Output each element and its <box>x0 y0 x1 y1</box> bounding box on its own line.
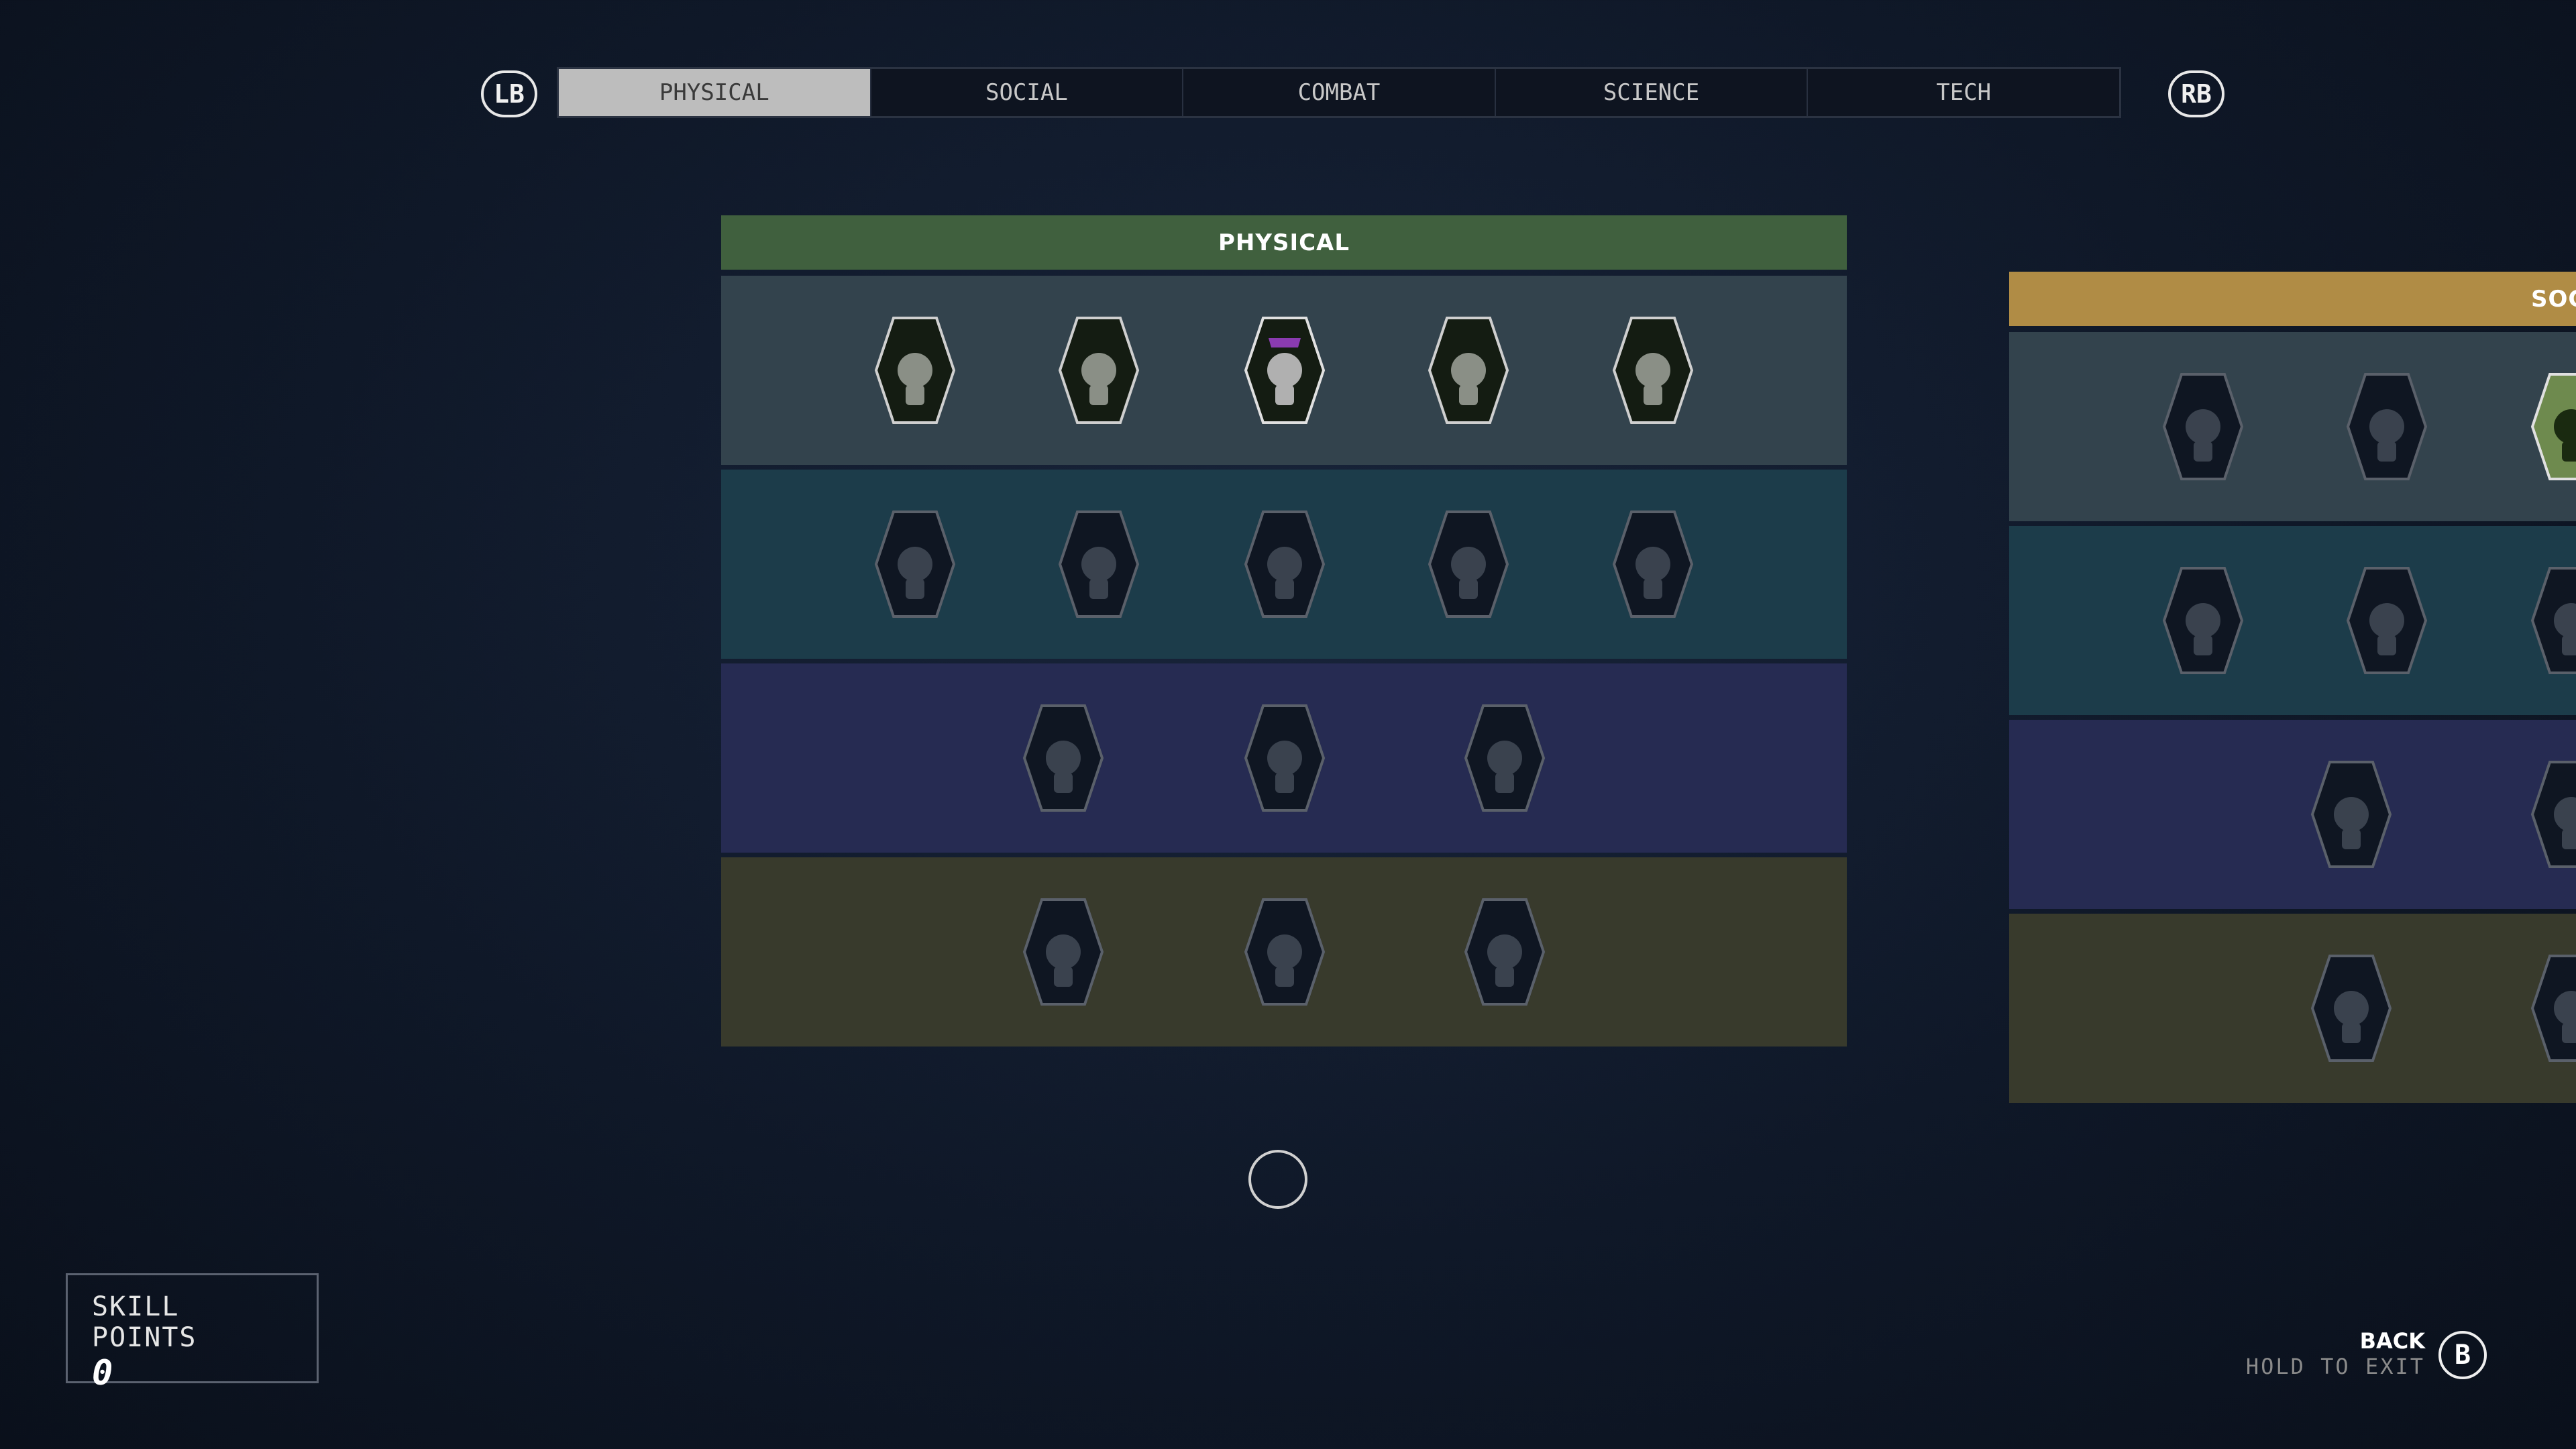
crouching-figure-icon <box>1058 317 1140 424</box>
skill-meditation[interactable] <box>1022 703 1105 813</box>
skill-tier-row <box>2009 914 2576 1103</box>
back-hint: BACK HOLD TO EXIT <box>2246 1328 2425 1379</box>
meditation-icon <box>1022 704 1104 812</box>
skill-hooded-figure[interactable] <box>1022 897 1105 1007</box>
flame-leaf-icon <box>1464 898 1546 1006</box>
hand-dish-icon <box>2346 373 2428 480</box>
hold-to-exit-label: HOLD TO EXIT <box>2245 1354 2425 1379</box>
b-button[interactable]: B <box>2438 1331 2487 1379</box>
skill-dumbbell[interactable] <box>1427 315 1510 425</box>
category-tabs: PHYSICAL SOCIAL COMBAT SCIENCE TECH <box>557 67 2121 118</box>
astronauts-icon <box>2530 761 2576 868</box>
skill-armored-fist[interactable] <box>1463 703 1546 813</box>
workstation-icon <box>2530 955 2576 1062</box>
skill-hand-dish[interactable] <box>2345 372 2428 482</box>
skill-electric-figure[interactable] <box>873 509 957 619</box>
panel-title: PHYSICAL <box>721 215 1847 270</box>
lb-button[interactable]: LB <box>481 70 537 117</box>
skill-points-label: SKILL POINTS <box>92 1291 197 1353</box>
tab-science[interactable]: SCIENCE <box>1496 69 1809 116</box>
skill-handshake[interactable] <box>2345 566 2428 676</box>
handshake-icon <box>2346 567 2428 674</box>
skill-helmet[interactable] <box>1611 509 1695 619</box>
skill-astronauts[interactable] <box>2530 759 2576 869</box>
planet-leap-icon <box>1244 511 1326 618</box>
helmet-icon <box>1612 511 1694 618</box>
skill-people-match[interactable] <box>2310 759 2393 869</box>
skill-fist[interactable] <box>873 315 957 425</box>
skill-speaking-head[interactable] <box>2530 372 2576 482</box>
armored-fist-icon <box>1464 704 1546 812</box>
skill-tier-row <box>2009 332 2576 521</box>
tab-social[interactable]: SOCIAL <box>871 69 1184 116</box>
dumbbell-icon <box>1428 317 1509 424</box>
hooded-figure-icon <box>1022 898 1104 1006</box>
skill-tier-row <box>2009 720 2576 909</box>
money-bag-gift-icon <box>2162 567 2244 674</box>
lightning-target-icon <box>1244 898 1326 1006</box>
skill-lightning-target[interactable] <box>1243 897 1326 1007</box>
hazard-triangle-icon <box>1428 511 1509 618</box>
physical-skill-panel: PHYSICAL <box>721 215 1847 1046</box>
skill-puppet-strings[interactable] <box>2310 953 2393 1063</box>
skill-tier-row <box>721 857 1847 1046</box>
tab-tech[interactable]: TECH <box>1808 69 2119 116</box>
puppet-strings-icon <box>2310 955 2392 1062</box>
skill-shield-emblem[interactable] <box>1243 703 1326 813</box>
snarling-face-icon <box>2530 567 2576 674</box>
shield-emblem-icon <box>1244 704 1326 812</box>
panel-title: SOCIAL <box>2009 272 2576 326</box>
skill-tier-row <box>721 663 1847 853</box>
people-match-icon <box>2310 761 2392 868</box>
skill-points-value: 0 <box>92 1353 113 1393</box>
skill-workstation[interactable] <box>2530 953 2576 1063</box>
hand-card-icon <box>2162 373 2244 480</box>
skill-crouching-figure[interactable] <box>1057 315 1140 425</box>
rb-button[interactable]: RB <box>2168 70 2224 117</box>
skill-flame-leaf[interactable] <box>1463 897 1546 1007</box>
electric-figure-icon <box>874 511 956 618</box>
social-skill-panel: SOCIAL <box>2009 272 2576 1103</box>
skill-snarling-face[interactable] <box>2530 566 2576 676</box>
skill-tier-row <box>2009 526 2576 715</box>
skill-tier-row <box>721 470 1847 659</box>
back-label: BACK <box>2359 1328 2425 1354</box>
skill-backpack-hiker[interactable] <box>1057 509 1140 619</box>
fist-icon <box>874 317 956 424</box>
masked-pistol-icon <box>1244 317 1326 424</box>
skill-heart-medical[interactable] <box>1611 315 1695 425</box>
skill-money-bag-gift[interactable] <box>2161 566 2245 676</box>
backpack-hiker-icon <box>1058 511 1140 618</box>
skill-hand-card[interactable] <box>2161 372 2245 482</box>
skill-hazard-triangle[interactable] <box>1427 509 1510 619</box>
skill-planet-leap[interactable] <box>1243 509 1326 619</box>
skill-points-box: SKILL POINTS 0 <box>66 1273 319 1393</box>
tab-combat[interactable]: COMBAT <box>1183 69 1496 116</box>
speaking-head-icon <box>2530 373 2576 480</box>
skill-tier-row <box>721 276 1847 465</box>
page-indicator-circle <box>1248 1150 1307 1209</box>
heart-medical-icon <box>1612 317 1694 424</box>
tab-physical[interactable]: PHYSICAL <box>559 69 871 116</box>
skill-masked-pistol[interactable] <box>1243 315 1326 425</box>
